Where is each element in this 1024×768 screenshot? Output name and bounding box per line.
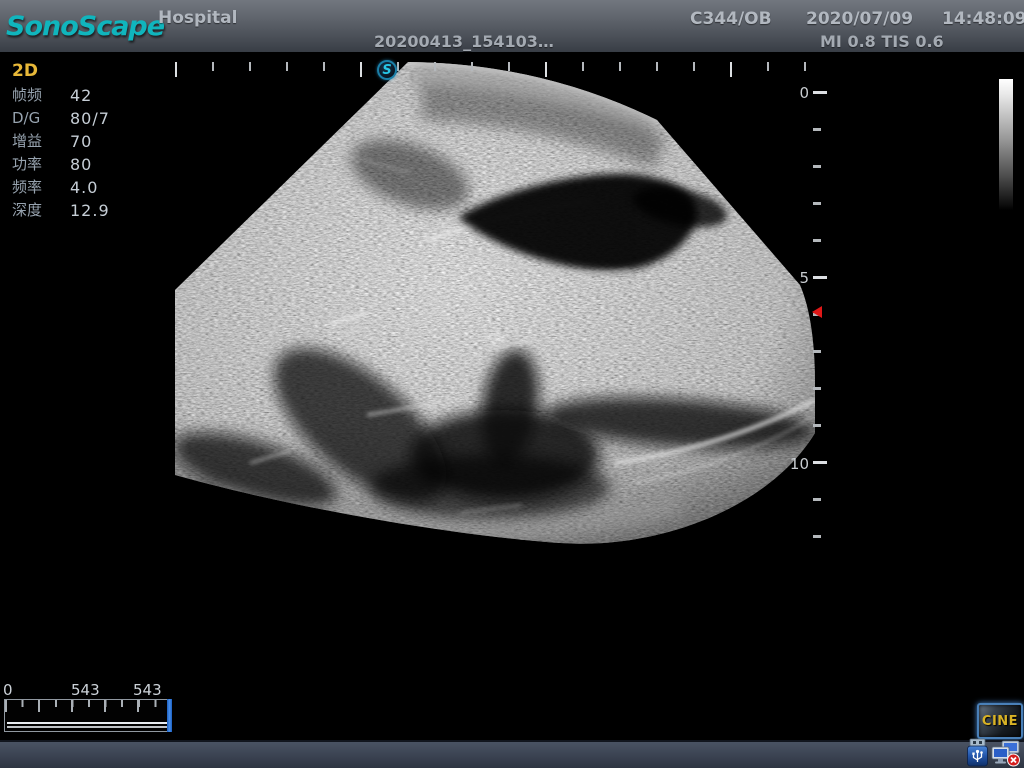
ultrasound-screen: { "header": { "brand": "SonoScape", "hos…: [0, 0, 1024, 768]
orientation-marker: S: [377, 60, 397, 80]
system-time: 14:48:09: [942, 9, 1024, 29]
grayscale-bar: [999, 79, 1013, 210]
cine-ruler-minor-ticks: [5, 700, 170, 707]
focus-position-marker-icon[interactable]: [812, 306, 822, 318]
param-value: 4.0: [70, 176, 98, 199]
depth-label-10: 10: [785, 455, 809, 473]
header-bar: SonoScape Hospital 20200413_154103… C344…: [0, 0, 1024, 55]
depth-label-0: 0: [785, 84, 809, 102]
cine-start-frame: 0: [3, 681, 13, 699]
cine-total-frames: 543: [133, 681, 162, 699]
parameter-panel: 2D 帧频 42 D/G 80/7 增益 70 功率 80 频率 4.0 深度 …: [12, 60, 152, 222]
cine-current-frame: 543: [71, 681, 100, 699]
param-row: 增益 70: [12, 130, 152, 153]
param-value: 80: [70, 153, 92, 176]
param-label: 深度: [12, 199, 70, 222]
param-row: 帧频 42: [12, 84, 152, 107]
cine-scrubber[interactable]: [4, 699, 171, 732]
cine-position-marker[interactable]: [167, 699, 172, 732]
param-row: 频率 4.0: [12, 176, 152, 199]
param-value: 12.9: [70, 199, 110, 222]
param-label: 频率: [12, 176, 70, 199]
param-row: D/G 80/7: [12, 107, 152, 130]
param-value: 70: [70, 130, 92, 153]
param-row: 深度 12.9: [12, 199, 152, 222]
ultrasound-image: [160, 55, 820, 555]
usb-storage-icon[interactable]: [966, 738, 989, 767]
param-label: 功率: [12, 153, 70, 176]
param-value: 80/7: [70, 107, 110, 130]
depth-ruler-major-ticks: [813, 91, 827, 469]
depth-label-5: 5: [785, 269, 809, 287]
param-label: 帧频: [12, 84, 70, 107]
param-row: 功率 80: [12, 153, 152, 176]
network-disconnected-icon[interactable]: [991, 740, 1021, 767]
mi-tis-readout: MI 0.8 TIS 0.6: [820, 32, 944, 51]
top-ruler-major-ticks: [175, 62, 820, 77]
mode-label: 2D: [12, 60, 152, 84]
param-label: 增益: [12, 130, 70, 153]
cine-track-line: [7, 726, 167, 728]
system-date: 2020/07/09: [806, 9, 913, 29]
brand-logo: SonoScape: [6, 11, 164, 42]
cine-button[interactable]: CINE: [977, 703, 1023, 739]
study-id: 20200413_154103…: [374, 32, 554, 51]
param-label: D/G: [12, 107, 70, 130]
cine-track-line: [7, 722, 167, 724]
hospital-name: Hospital: [158, 8, 237, 28]
probe-preset: C344/OB: [690, 9, 772, 29]
param-value: 42: [70, 84, 92, 107]
taskbar: [0, 740, 1024, 768]
